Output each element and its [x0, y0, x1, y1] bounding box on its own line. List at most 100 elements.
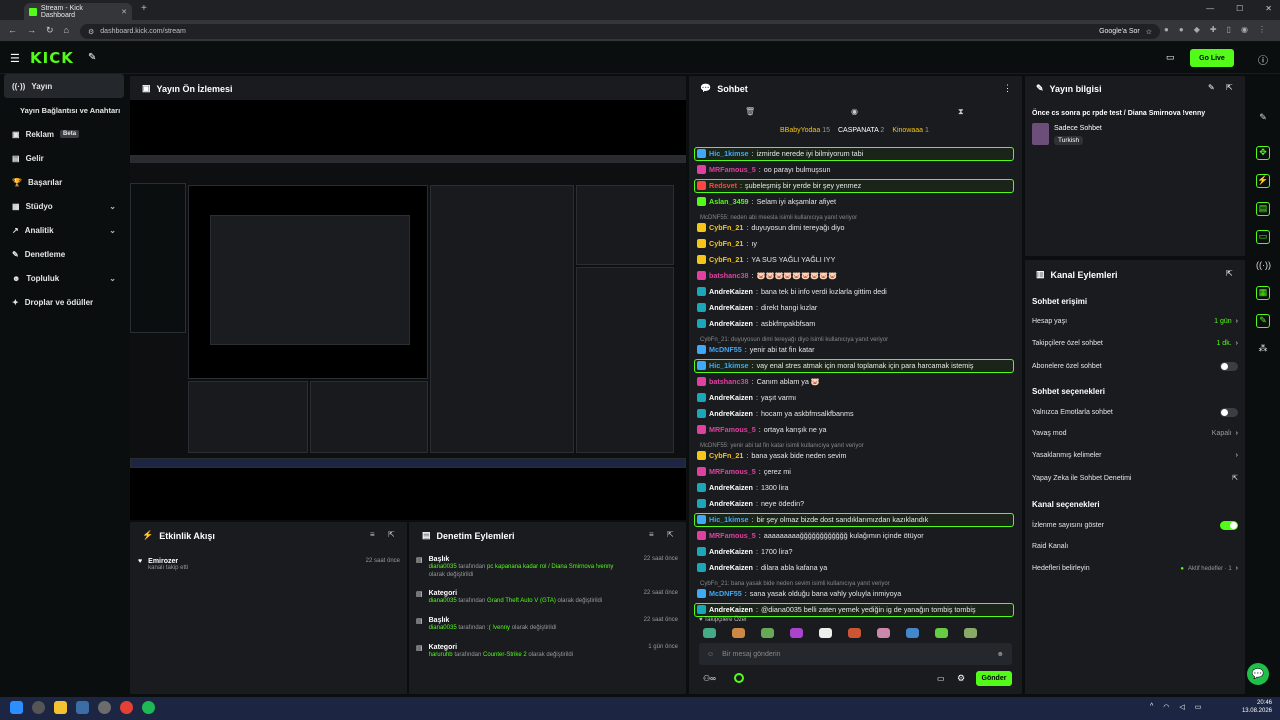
emote-icon[interactable] [964, 628, 977, 638]
chat-username[interactable]: AndreKaizen [709, 483, 753, 492]
chat-username[interactable]: batshanc38 [709, 271, 749, 280]
emote-icon[interactable] [877, 628, 890, 638]
chat-mode-icon[interactable]: ⚇∞ [703, 674, 716, 683]
chat-message[interactable]: AndreKaizen: yaşıt varmı [697, 393, 796, 402]
menu-dots-icon[interactable]: ⋮ [1258, 25, 1266, 34]
chat-message[interactable]: AndreKaizen: direkt hangi kızlar [697, 303, 817, 312]
search-icon[interactable] [32, 701, 45, 714]
chat-message[interactable]: MRFamous_5: aaaaaaaaağğğğğğğğğğğğ kulağım… [697, 531, 924, 540]
emote-icon[interactable] [906, 628, 919, 638]
kick-logo[interactable]: KICK [30, 49, 74, 67]
chat-message[interactable]: Redsvet: şubeleşmiş bir yerde bir şey yen… [697, 181, 861, 190]
clock[interactable]: 20:46 13.08.2026 [1242, 699, 1272, 715]
sidebar-item-stream-key[interactable]: Yayın Bağlantısı ve Anahtarı [0, 98, 128, 122]
reload-icon[interactable]: ↻ [46, 25, 54, 36]
sidebar-item-basarilar[interactable]: 🏆 Başarılar [0, 170, 128, 194]
raid-channel-row[interactable]: Raid Kanalı [1032, 543, 1238, 550]
chat-message[interactable]: CybFn_21: ıy [697, 239, 757, 248]
gifter-1[interactable]: BBabyYodaa 15 [780, 127, 830, 134]
ai-moderation-row[interactable]: Yapay Zeka ile Sohbet Denetimi ⇱ [1032, 474, 1238, 483]
google-ask-button[interactable]: Google'a Sor [1099, 28, 1140, 35]
banned-words-row[interactable]: Yasaklanmış kelimeler › [1032, 452, 1238, 459]
chat-message[interactable]: McDNF55: yenir abi tat fin katar [697, 345, 815, 354]
sidebar-icon[interactable]: ▯ [1227, 25, 1231, 34]
emote-icon[interactable] [848, 628, 861, 638]
chat-message[interactable]: AndreKaizen: hocam ya askbfmsalkfbanms [697, 409, 854, 418]
chat-message[interactable]: CybFn_21: duyuyosun dimi tereyağı diyo [697, 223, 844, 232]
chat-username[interactable]: MRFamous_5 [709, 165, 756, 174]
sidebar-item-droplar[interactable]: ✦ Droplar ve ödüller [0, 290, 128, 314]
bookmark-star-icon[interactable]: ☆ [1146, 28, 1152, 36]
site-info-icon[interactable]: ⚙ [88, 28, 94, 36]
document-icon[interactable]: ▤ [1256, 202, 1270, 216]
minimize-icon[interactable]: — [1206, 4, 1214, 13]
popout-icon[interactable]: ⇱ [667, 530, 674, 539]
home-icon[interactable]: ⌂ [64, 25, 69, 36]
popout-icon[interactable]: ⇱ [388, 530, 395, 539]
screen-icon[interactable]: ▭ [1166, 52, 1175, 63]
chat-bubble-icon[interactable]: ▭ [1256, 230, 1270, 244]
chat-username[interactable]: CybFn_21 [709, 223, 743, 232]
chat-username[interactable]: MRFamous_5 [709, 425, 756, 434]
chat-message[interactable]: AndreKaizen: dilara abla kafana ya [697, 563, 827, 572]
chat-username[interactable]: McDNF55 [709, 589, 742, 598]
subscribers-only-toggle[interactable] [1220, 362, 1238, 371]
status-ring-icon[interactable] [734, 673, 744, 683]
chat-message[interactable]: Aslan_3459: Selam iyi akşamlar afiyet [697, 197, 836, 206]
chat-message[interactable]: MRFamous_5: ortaya karışık ne ya [697, 425, 826, 434]
sidebar-item-reklam[interactable]: ▣ Reklam Beta [0, 122, 128, 146]
chat-username[interactable]: CybFn_21 [709, 451, 743, 460]
chat-message[interactable]: AndreKaizen: @diana0035 belli zaten yemek… [697, 605, 976, 614]
chat-message[interactable]: batshanc38: Canım ablam ya 🐷 [697, 377, 820, 386]
filter-icon[interactable]: ≡ [370, 530, 375, 539]
chat-message[interactable]: CybFn_21: YA SUS YAĞLI YAĞLI IYY [697, 255, 835, 264]
pen-icon[interactable]: ✎ [1256, 112, 1270, 126]
sidebar-item-yayin[interactable]: ((·)) Yayın [4, 74, 124, 98]
chat-username[interactable]: AndreKaizen [709, 409, 753, 418]
emote-picker-icon[interactable]: ☺ [707, 651, 714, 658]
sidebar-item-studyo[interactable]: ▦ Stüdyo ⌄ [0, 194, 128, 218]
close-window-icon[interactable]: ✕ [1265, 4, 1272, 13]
chat-message[interactable]: AndreKaizen: bana tek bi info verdi kızla… [697, 287, 887, 296]
followers-only-row[interactable]: Takipçilere özel sohbet 1 dk. › [1032, 340, 1238, 347]
chat-username[interactable]: Hic_1kimse [709, 515, 749, 524]
smiley-icon[interactable]: ☻ [997, 651, 1004, 658]
chevron-up-icon[interactable]: ^ [1150, 703, 1153, 711]
app-icon[interactable] [98, 701, 111, 714]
sidebar-item-topluluk[interactable]: ☻ Topluluk ⌄ [0, 266, 128, 290]
bolt-icon[interactable]: ⚡ [1256, 174, 1270, 188]
chat-message[interactable]: Hic_1kimse: vay enal stres atmak için mor… [697, 361, 973, 370]
chat-username[interactable]: Hic_1kimse [709, 149, 749, 158]
chat-message[interactable]: batshanc38: 🐷🐷🐷🐷🐷🐷🐷🐷🐷 [697, 271, 837, 280]
layout-icon[interactable]: ▦ [1256, 286, 1270, 300]
new-tab-button[interactable]: + [141, 3, 153, 17]
close-tab-icon[interactable]: ✕ [121, 8, 127, 16]
share-icon[interactable]: ⁂ [1256, 343, 1270, 357]
wifi-icon[interactable]: ◠ [1163, 703, 1169, 711]
windows-start-icon[interactable] [10, 701, 23, 714]
set-goals-row[interactable]: Hedefleri belirleyin ● Aktif hedefler · 1 › [1032, 565, 1238, 572]
gifter-3[interactable]: Kinowaaa 1 [892, 127, 929, 134]
chat-username[interactable]: AndreKaizen [709, 303, 753, 312]
tools-icon[interactable]: ✎ [88, 52, 96, 63]
edit-icon[interactable]: ✎ [1208, 83, 1215, 92]
sidebar-item-analitik[interactable]: ↗ Analitik ⌄ [0, 218, 128, 242]
chat-username[interactable]: MRFamous_5 [709, 531, 756, 540]
show-viewers-toggle[interactable] [1220, 521, 1238, 530]
maximize-icon[interactable]: ☐ [1236, 4, 1243, 13]
gear-icon[interactable]: ⚙ [957, 673, 965, 684]
sidebar-item-denetleme[interactable]: ✎ Denetleme [0, 242, 128, 266]
chat-username[interactable]: AndreKaizen [709, 563, 753, 572]
chat-username[interactable]: AndreKaizen [709, 605, 753, 614]
extension-icon[interactable]: ● [1179, 25, 1184, 34]
crosshair-icon[interactable]: ✥ [1256, 146, 1270, 160]
chat-username[interactable]: AndreKaizen [709, 319, 753, 328]
popout-icon[interactable]: ⇱ [1226, 269, 1233, 278]
back-icon[interactable]: ← [8, 25, 17, 36]
chat-username[interactable]: AndreKaizen [709, 499, 753, 508]
emote-icon[interactable] [935, 628, 948, 638]
emote-only-toggle[interactable] [1220, 408, 1238, 417]
chat-username[interactable]: CybFn_21 [709, 239, 743, 248]
emote-icon[interactable] [790, 628, 803, 638]
emote-icon[interactable] [732, 628, 745, 638]
